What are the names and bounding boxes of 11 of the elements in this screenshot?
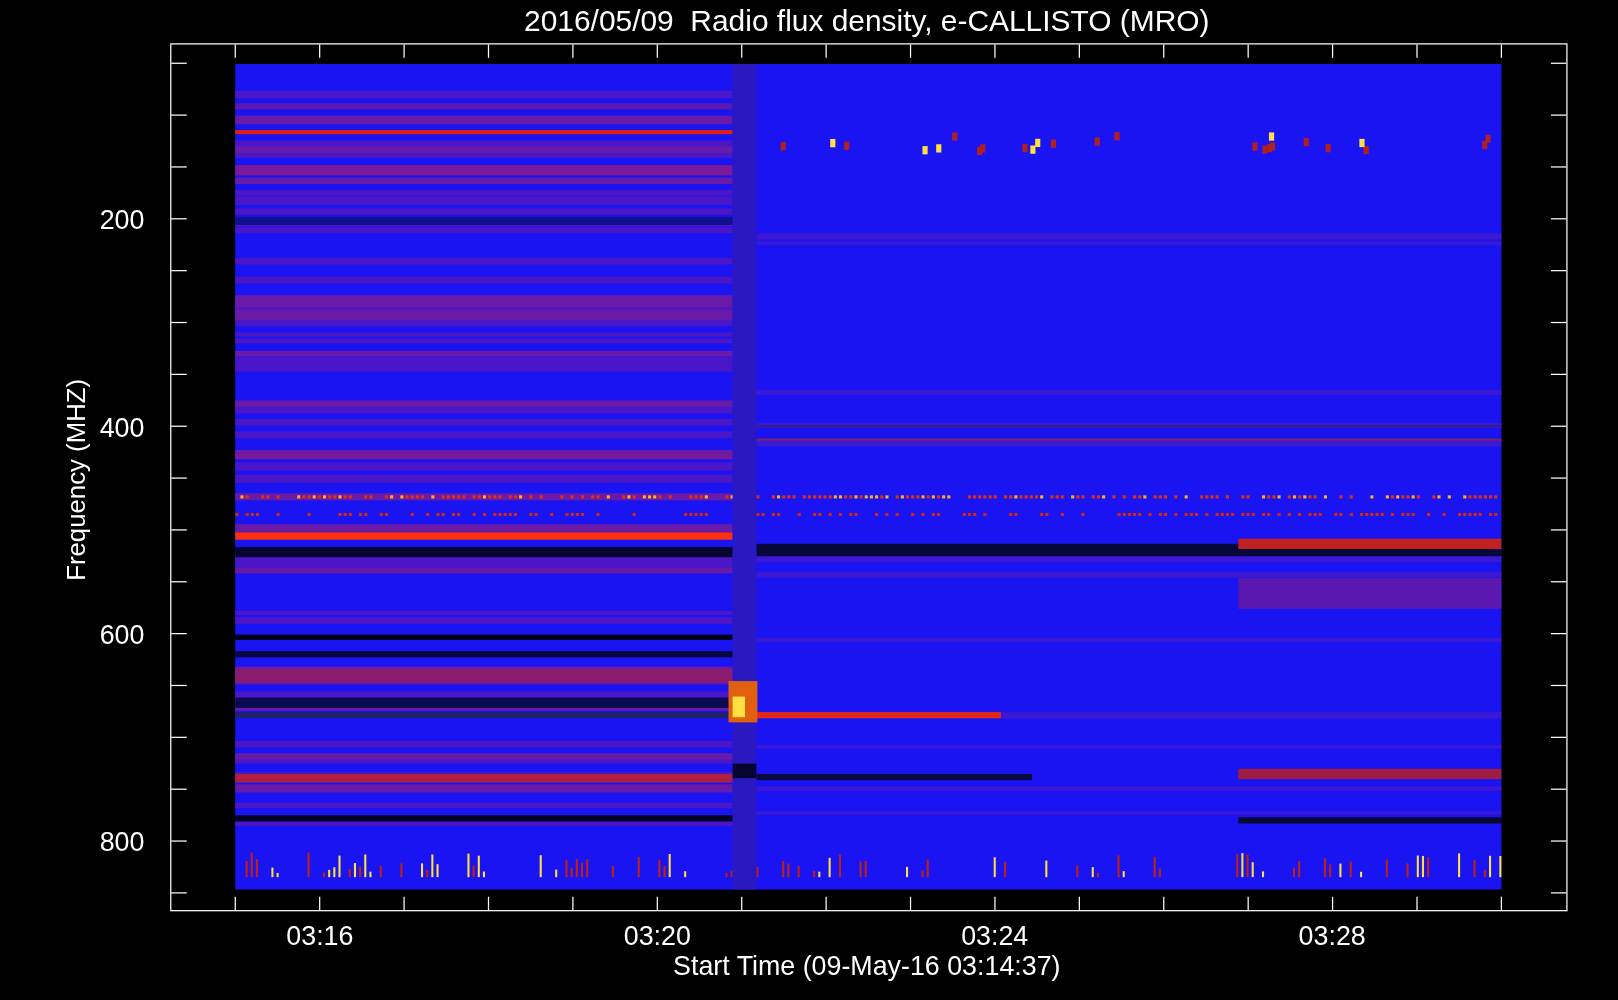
y-tick-label: 800 — [99, 827, 145, 858]
x-tick-label: 03:20 — [623, 921, 691, 952]
x-axis-title: Start Time (09-May-16 03:14:37) — [673, 951, 1061, 982]
x-tick-label: 03:16 — [286, 921, 354, 952]
y-tick-label: 400 — [99, 412, 145, 443]
y-tick-label: 200 — [99, 205, 145, 236]
plot-title: 2016/05/09 Radio flux density, e-CALLISTO (MRO) — [524, 4, 1210, 37]
y-axis-title: Frequency (MHZ) — [61, 378, 90, 581]
y-tick-label: 600 — [99, 619, 145, 650]
x-tick-label: 03:24 — [961, 921, 1029, 952]
x-tick-label: 03:28 — [1298, 921, 1366, 952]
